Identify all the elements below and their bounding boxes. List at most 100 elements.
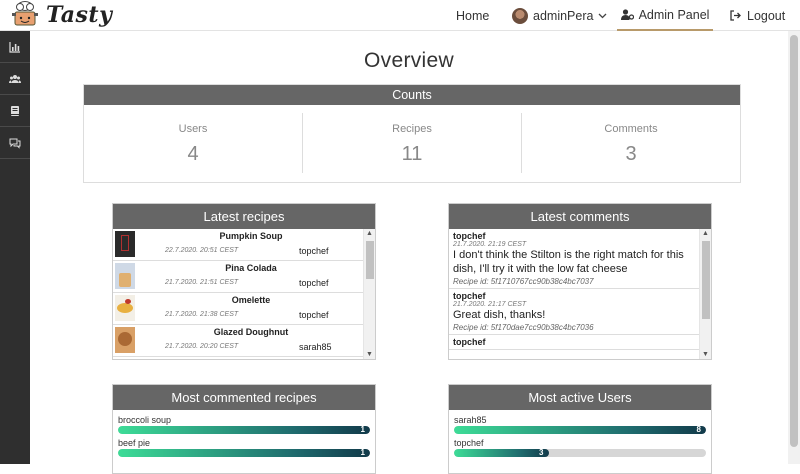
recipe-thumbnail [115, 295, 135, 321]
nav-home-link[interactable]: Home [456, 0, 489, 31]
count-value: 11 [401, 143, 423, 165]
comments-icon [9, 138, 21, 149]
bar-value: 1 [360, 426, 365, 434]
comment-author: topchef [453, 231, 486, 241]
comment-author: topchef [453, 291, 486, 301]
count-comments: Comments 3 [522, 113, 740, 173]
recipe-date: 21.7.2020. 20:20 CEST [165, 343, 239, 350]
sidebar-item-recipes[interactable] [0, 95, 30, 127]
comment-author: topchef [453, 337, 486, 347]
latest-recipes-scrollbar[interactable]: ▲ ▼ [363, 229, 375, 359]
list-item: beef pie 1 [113, 438, 375, 457]
list-item: broccoli soup 1 [113, 415, 375, 434]
book-icon [11, 105, 19, 116]
recipe-author: sarah85 [299, 342, 332, 352]
nav-admin-panel-link[interactable]: Admin Panel [617, 0, 713, 31]
list-item[interactable]: Pumpkin Soup 22.7.2020. 20:51 CEST topch… [113, 229, 363, 261]
brand-link[interactable]: Tasty [8, 1, 112, 29]
sign-out-icon [730, 10, 742, 21]
scroll-up-arrow-icon[interactable]: ▲ [364, 230, 375, 237]
sidebar-item-users[interactable] [0, 63, 30, 95]
progress-bar: 3 [454, 449, 706, 457]
counts-card: Counts Users 4 Recipes 11 Comments 3 [83, 84, 741, 183]
latest-comments-scrollbar[interactable]: ▲ ▼ [699, 229, 711, 359]
progress-bar-fill: 1 [118, 449, 370, 457]
recipe-author: topchef [299, 310, 329, 320]
latest-recipes-panel: Latest recipes Pumpkin Soup 22.7.2020. 2… [112, 203, 376, 360]
top-navbar: Tasty Home adminPera Admin Panel Logout [0, 0, 800, 31]
latest-comments-header: Latest comments [449, 204, 711, 229]
scroll-down-arrow-icon[interactable]: ▼ [700, 351, 711, 358]
latest-recipes-header: Latest recipes [113, 204, 375, 229]
count-users: Users 4 [84, 113, 303, 173]
brand-name: Tasty [46, 2, 113, 28]
recipe-thumbnail [115, 263, 135, 289]
bar-value: 3 [539, 449, 544, 457]
bar-value: 8 [696, 426, 701, 434]
bar-label: topchef [454, 438, 484, 448]
page-title: Overview [364, 49, 454, 72]
recipe-author: topchef [299, 278, 329, 288]
latest-recipes-scrollbar-thumb[interactable] [366, 241, 374, 279]
comment-date: 21.7.2020. 21:19 CEST [453, 241, 527, 248]
bar-label: sarah85 [454, 415, 487, 425]
nav-logout-label: Logout [747, 8, 786, 23]
recipe-name: Omelette [231, 295, 271, 305]
latest-comments-scrollbar-thumb[interactable] [702, 241, 710, 319]
latest-recipes-list: Pumpkin Soup 22.7.2020. 20:51 CEST topch… [113, 229, 363, 359]
progress-bar-fill: 1 [118, 426, 370, 434]
avatar [512, 7, 528, 24]
sidebar-item-comments[interactable] [0, 127, 30, 159]
comment-recipe-id: Recipe id: 5f1710767cc90b38c4bc7037 [453, 277, 594, 286]
count-value: 4 [187, 143, 199, 165]
chevron-down-icon [598, 11, 607, 21]
nav-home-label: Home [456, 8, 490, 23]
recipe-name: Pumpkin Soup [219, 231, 283, 241]
most-commented-panel: Most commented recipes broccoli soup 1 b… [112, 384, 376, 474]
count-label: Comments [604, 123, 658, 135]
recipe-name: Glazed Doughnut [213, 327, 289, 337]
scroll-up-arrow-icon[interactable]: ▲ [700, 230, 711, 237]
sidebar-item-overview[interactable] [0, 31, 30, 63]
nav-logout-link[interactable]: Logout [730, 0, 785, 31]
bar-label: beef pie [118, 438, 151, 448]
user-name: adminPera [533, 8, 594, 23]
user-cog-icon [620, 9, 634, 20]
list-item[interactable]: topchef 21.7.2020. 21:17 CEST Great dish… [449, 289, 699, 335]
user-dropdown[interactable]: adminPera [512, 0, 607, 31]
recipe-thumbnail [115, 327, 135, 353]
recipe-thumbnail [115, 231, 135, 257]
list-item[interactable]: Omelette 21.7.2020. 21:38 CEST topchef [113, 293, 363, 325]
count-label: Users [178, 123, 208, 135]
progress-bar-fill: 8 [454, 426, 706, 434]
progress-bar: 8 [454, 426, 706, 434]
chef-pot-logo-icon [12, 1, 38, 26]
comment-text: I don't think the Stilton is the right m… [453, 249, 684, 275]
bar-label: broccoli soup [118, 415, 172, 425]
progress-bar: 1 [118, 426, 370, 434]
most-active-users-panel: Most active Users sarah85 8 topchef 3 [448, 384, 712, 474]
page-scrollbar-thumb[interactable] [790, 35, 798, 447]
admin-sidebar [0, 31, 30, 464]
list-item[interactable]: topchef 21.7.2020. 21:19 CEST I don't th… [449, 229, 699, 289]
nav-admin-label: Admin Panel [638, 7, 710, 22]
scroll-down-arrow-icon[interactable]: ▼ [364, 351, 375, 358]
recipe-author: topchef [299, 246, 329, 256]
latest-comments-list: topchef 21.7.2020. 21:19 CEST I don't th… [449, 229, 699, 359]
users-icon [9, 74, 21, 83]
recipe-date: 21.7.2020. 21:38 CEST [165, 311, 239, 318]
count-recipes: Recipes 11 [303, 113, 522, 173]
list-item: sarah85 8 [449, 415, 711, 434]
comment-recipe-id: Recipe id: 5f170dae7cc90b38c4bc7036 [453, 323, 594, 332]
latest-comments-panel: Latest comments topchef 21.7.2020. 21:19… [448, 203, 712, 360]
counts-header: Counts [84, 85, 740, 105]
page-scrollbar[interactable] [788, 31, 800, 464]
bar-value: 1 [360, 449, 365, 457]
list-item[interactable]: topchef [449, 335, 699, 350]
list-item[interactable]: Glazed Doughnut 21.7.2020. 20:20 CEST sa… [113, 325, 363, 357]
recipe-date: 21.7.2020. 21:51 CEST [165, 279, 239, 286]
comment-date: 21.7.2020. 21:17 CEST [453, 301, 527, 308]
list-item[interactable]: Pina Colada 21.7.2020. 21:51 CEST topche… [113, 261, 363, 293]
progress-bar: 1 [118, 449, 370, 457]
chart-icon [9, 41, 20, 53]
